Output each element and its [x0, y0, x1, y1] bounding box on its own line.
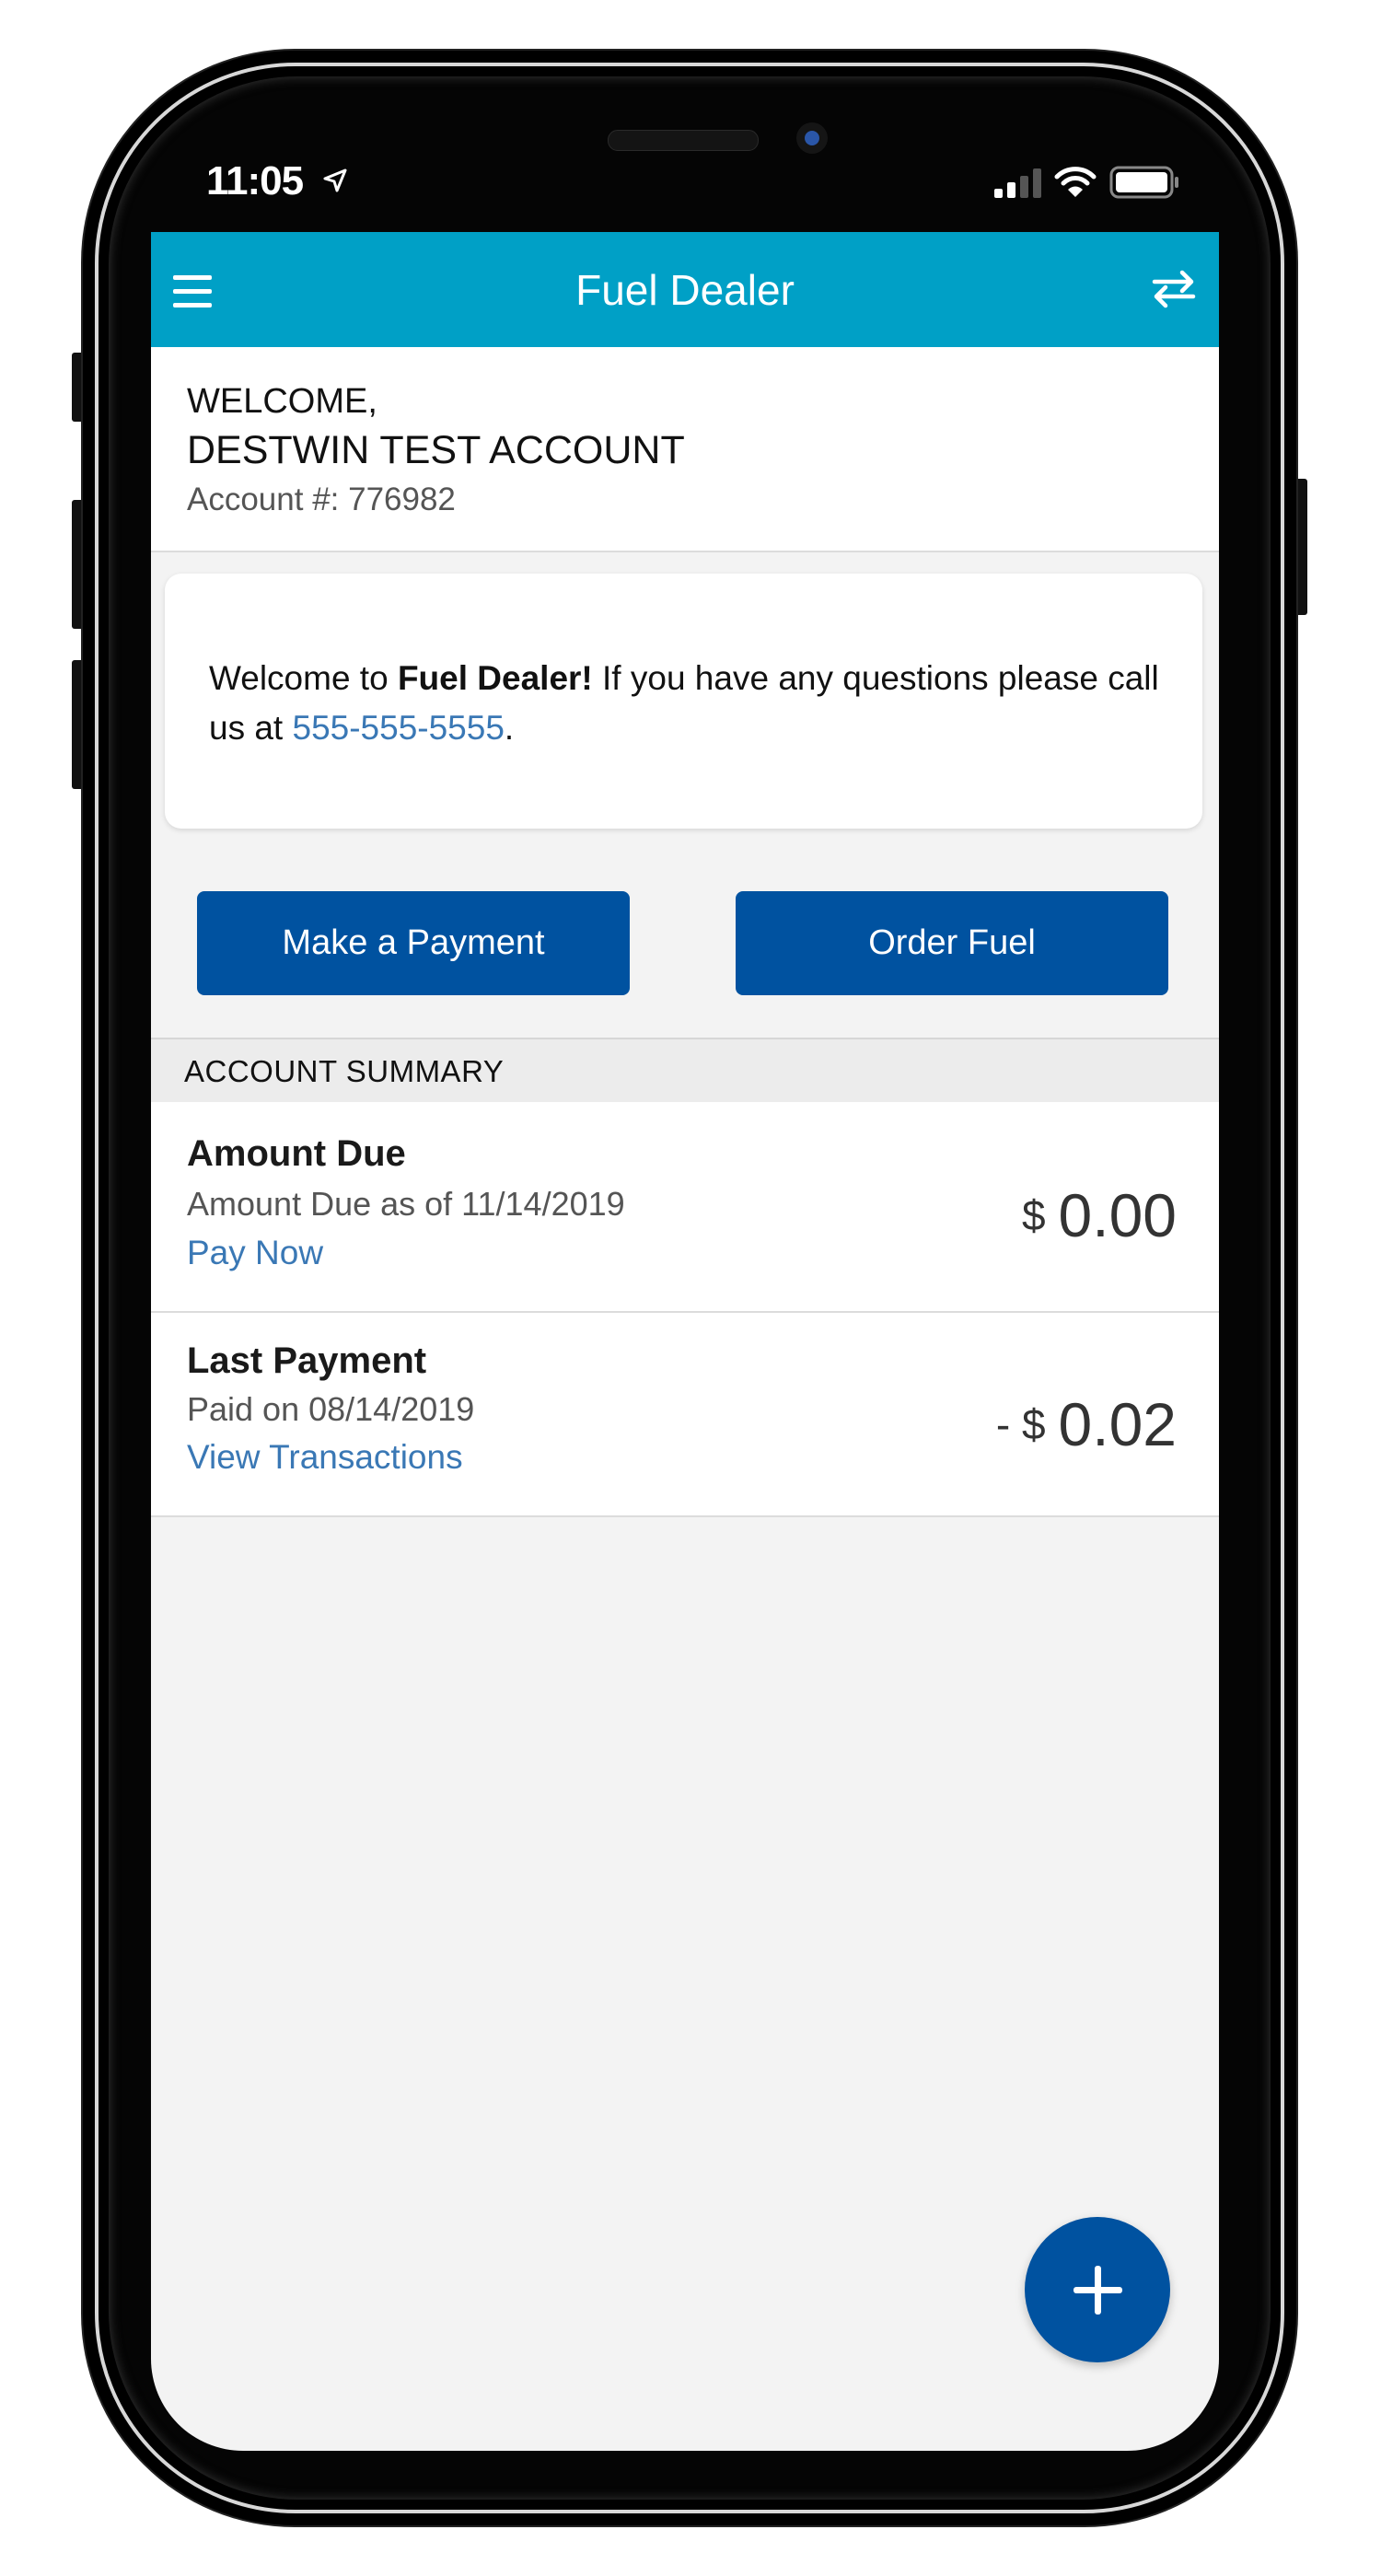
header-title: Fuel Dealer — [575, 266, 795, 314]
phone-power-button — [1296, 479, 1307, 615]
row-subtitle: Paid on 08/14/2019 — [187, 1390, 475, 1428]
battery-icon — [1109, 166, 1178, 199]
view-transactions-link[interactable]: View Transactions — [187, 1438, 463, 1477]
message-brand: Fuel Dealer! — [397, 659, 593, 697]
support-phone-link[interactable]: 555-555-5555 — [293, 709, 505, 747]
signal-bar-1 — [994, 189, 1003, 198]
phone-volume-up-button — [72, 500, 83, 629]
swap-arrows-icon[interactable] — [1151, 269, 1197, 309]
plus-icon-vertical — [1095, 2266, 1101, 2315]
wifi-icon — [1054, 167, 1097, 197]
make-payment-button[interactable]: Make a Payment — [197, 891, 630, 995]
amount-due-value: $ 0.00 — [1022, 1185, 1177, 1246]
amount-due-row: Amount Due Amount Due as of 11/14/2019 P… — [151, 1102, 1219, 1313]
amount-prefix: - $ — [995, 1400, 1046, 1448]
welcome-message-card: Welcome to Fuel Dealer! If you have any … — [165, 574, 1202, 829]
app-screen: Fuel Dealer WELCOME, DESTWIN TEST ACCOUN… — [151, 232, 1219, 2451]
last-payment-row: Last Payment Paid on 08/14/2019 View Tra… — [151, 1313, 1219, 1517]
row-title: Amount Due — [187, 1133, 406, 1174]
account-name: DESTWIN TEST ACCOUNT — [187, 428, 685, 472]
phone-silent-switch — [72, 353, 83, 422]
welcome-section: WELCOME, DESTWIN TEST ACCOUNT Account #:… — [151, 347, 1219, 552]
phone-volume-down-button — [72, 660, 83, 789]
location-arrow-icon — [323, 168, 347, 192]
signal-bar-2 — [1007, 182, 1015, 198]
message-prefix: Welcome to — [209, 659, 398, 697]
row-subtitle: Amount Due as of 11/14/2019 — [187, 1185, 625, 1223]
welcome-message: Welcome to Fuel Dealer! If you have any … — [209, 654, 1166, 753]
last-payment-value: - $ 0.02 — [996, 1394, 1177, 1455]
signal-bar-3 — [1020, 176, 1028, 198]
order-fuel-button[interactable]: Order Fuel — [736, 891, 1168, 995]
message-suffix: . — [504, 709, 515, 747]
phone-speaker — [608, 130, 759, 151]
app-header: Fuel Dealer — [151, 232, 1219, 347]
cellular-signal-icon — [994, 168, 1041, 198]
amount-number: 0.02 — [1058, 1390, 1177, 1458]
front-camera — [796, 122, 828, 154]
amount-prefix: $ — [1021, 1191, 1046, 1239]
signal-bar-4 — [1033, 168, 1041, 198]
row-title: Last Payment — [187, 1340, 427, 1381]
account-number: Account #: 776982 — [187, 482, 456, 517]
account-summary-header: ACCOUNT SUMMARY — [151, 1038, 1219, 1102]
amount-number: 0.00 — [1058, 1181, 1177, 1249]
welcome-greeting: WELCOME, — [187, 382, 377, 421]
section-title: ACCOUNT SUMMARY — [184, 1054, 505, 1088]
add-fab-button[interactable] — [1025, 2217, 1170, 2362]
status-time: 11:05 — [206, 158, 304, 203]
pay-now-link[interactable]: Pay Now — [187, 1234, 323, 1272]
